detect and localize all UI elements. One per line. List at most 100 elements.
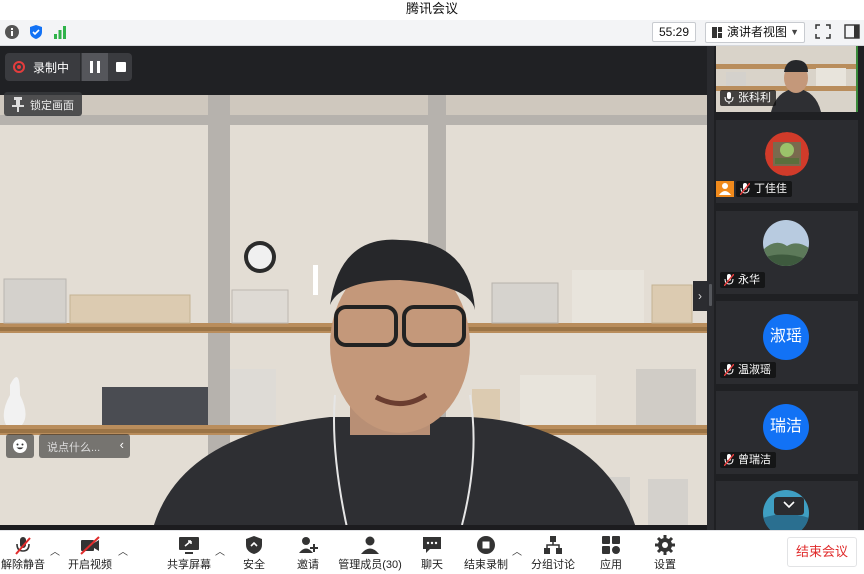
share-options-caret[interactable]: ︿ (215, 543, 225, 558)
security-label: 安全 (243, 559, 265, 571)
manage-members-button[interactable]: 管理成员(30) (336, 531, 404, 574)
participant-name-tag: 温淑瑶 (720, 362, 776, 378)
mic-muted-icon (724, 364, 734, 376)
recording-label: 录制中 (33, 61, 70, 75)
stop-icon (116, 62, 126, 72)
settings-button[interactable]: 设置 (646, 531, 684, 574)
recording-control: 录制中 (5, 53, 132, 81)
manage-members-label: 管理成员(30) (338, 559, 402, 571)
participant-tile[interactable] (716, 481, 858, 530)
participant-name-tag: 丁佳佳 (736, 181, 792, 197)
participant-name: 丁佳佳 (754, 183, 787, 195)
participant-avatar-text: 淑瑶 (763, 314, 809, 360)
mic-muted-icon (15, 537, 31, 555)
mic-muted-icon (740, 183, 750, 195)
participant-name-tag: 曾瑞洁 (720, 452, 776, 468)
mic-muted-icon (724, 454, 734, 466)
camera-off-icon (80, 536, 100, 555)
mic-muted-icon (724, 92, 734, 104)
panel-divider[interactable] (707, 46, 714, 530)
participant-avatar (765, 132, 809, 176)
app-title: 腾讯会议 (405, 1, 458, 16)
security-button[interactable]: 安全 (234, 531, 274, 574)
lock-screen-button[interactable]: 锁定画面 (4, 92, 82, 116)
members-icon (361, 536, 379, 554)
host-icon (719, 183, 731, 195)
participant-tile[interactable]: 淑瑶 温淑瑶 (716, 301, 858, 384)
top-toolbar: 55:29 演讲者视图 ▼ (0, 20, 864, 46)
breakout-rooms-button[interactable]: 分组讨论 (530, 531, 576, 574)
speaker-video (0, 95, 707, 530)
breakout-icon (544, 536, 562, 554)
chat-icon (423, 537, 441, 553)
end-meeting-button[interactable]: 结束会议 (787, 537, 857, 567)
pause-icon (90, 61, 100, 73)
participant-tile[interactable]: 永华 (716, 211, 858, 294)
resize-handle[interactable] (709, 284, 712, 306)
chevron-down-icon (783, 501, 795, 509)
participant-name-tag: 永华 (720, 272, 765, 288)
audio-options-caret[interactable]: ︿ (50, 543, 60, 558)
title-bar: 腾讯会议 (0, 0, 864, 20)
bottom-toolbar: 解除静音 ︿ 开启视频 ︿ 共享屏幕 ︿ 安全 邀请 管理成员(30) 聊天 结… (0, 530, 864, 574)
invite-button[interactable]: 邀请 (288, 531, 328, 574)
share-screen-icon (179, 537, 199, 554)
recording-options-caret[interactable]: ︿ (512, 543, 522, 558)
emoji-button[interactable] (6, 434, 34, 458)
pause-recording-button[interactable] (82, 53, 108, 81)
settings-label: 设置 (654, 559, 676, 571)
end-recording-label: 结束录制 (464, 559, 508, 571)
chat-button[interactable]: 聊天 (412, 531, 452, 574)
participant-name: 温淑瑶 (738, 364, 771, 376)
speaker-view-icon (712, 27, 722, 38)
participant-avatar (763, 220, 809, 266)
view-mode-dropdown[interactable]: 演讲者视图 ▼ (705, 22, 805, 43)
quick-chat: 说点什么... ‹ (6, 434, 130, 458)
apps-icon (602, 536, 620, 554)
next-page-button[interactable]: › (693, 281, 707, 311)
participant-name: 曾瑞洁 (738, 454, 771, 466)
meeting-timer: 55:29 (652, 22, 696, 42)
video-options-caret[interactable]: ︿ (118, 543, 128, 558)
record-indicator-icon (13, 61, 25, 73)
shield-icon (246, 536, 262, 554)
lock-screen-label: 锁定画面 (30, 100, 74, 112)
participant-tile[interactable]: 张科利 (716, 46, 858, 112)
unmute-button[interactable]: 解除静音 (0, 531, 46, 574)
apps-label: 应用 (600, 559, 622, 571)
gear-icon (655, 535, 675, 555)
invite-label: 邀请 (297, 559, 319, 571)
unmute-label: 解除静音 (1, 559, 45, 571)
participant-tile[interactable]: 瑞洁 曾瑞洁 (716, 391, 858, 474)
sidebar-toggle-icon[interactable] (842, 22, 862, 41)
participant-name-tag: 张科利 (720, 90, 776, 106)
emoji-icon (13, 439, 27, 453)
chat-placeholder: 说点什么... (47, 442, 101, 454)
participant-name: 张科利 (738, 92, 771, 104)
view-mode-label: 演讲者视图 (727, 25, 788, 39)
chat-label: 聊天 (421, 559, 443, 571)
host-badge (716, 181, 734, 197)
main-video-area: 录制中 锁定画面 说点什么... ‹ › (0, 46, 707, 530)
stop-recording-button[interactable] (109, 53, 132, 81)
collapse-chat-icon[interactable]: ‹ (120, 437, 124, 452)
end-recording-button[interactable]: 结束录制 (462, 531, 510, 574)
apps-button[interactable]: 应用 (592, 531, 630, 574)
signal-icon[interactable] (52, 24, 68, 40)
pin-icon (12, 97, 24, 112)
mic-muted-icon (724, 274, 734, 286)
participant-tile[interactable]: 丁佳佳 (716, 120, 858, 203)
share-screen-button[interactable]: 共享屏幕 (164, 531, 214, 574)
invite-icon (299, 537, 318, 553)
participant-sidebar: 张科利 丁佳佳 永华 淑瑶 温淑瑶 瑞洁 曾瑞洁 (714, 46, 864, 530)
info-icon[interactable] (4, 24, 20, 40)
participant-name: 永华 (738, 274, 760, 286)
record-stop-icon (477, 536, 495, 554)
start-video-label: 开启视频 (68, 559, 112, 571)
chat-input[interactable]: 说点什么... ‹ (39, 434, 130, 458)
shield-icon[interactable] (28, 24, 44, 40)
scroll-down-button[interactable] (774, 497, 804, 515)
chevron-down-icon: ▼ (790, 27, 799, 37)
fullscreen-icon[interactable] (812, 22, 834, 41)
start-video-button[interactable]: 开启视频 (66, 531, 114, 574)
